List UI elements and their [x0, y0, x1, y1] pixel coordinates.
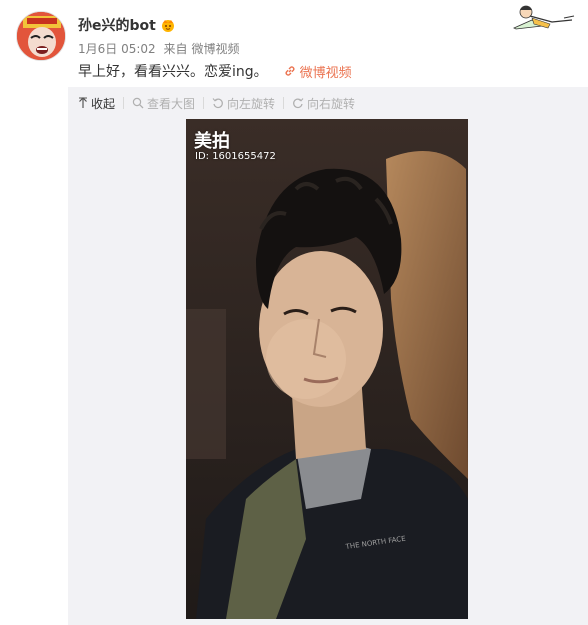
link-icon [285, 66, 295, 76]
post-source[interactable]: 微博视频 [192, 42, 240, 56]
video-frame: THE NORTH FACE [186, 119, 468, 619]
view-large-label: 查看大图 [147, 96, 196, 111]
rotate-left-icon [212, 98, 223, 109]
rotate-right-icon [293, 98, 304, 109]
source-prefix: 来自 [163, 42, 188, 56]
watermark-title: 美拍 [194, 131, 230, 152]
toolbar-divider [203, 97, 205, 109]
watermark-id: ID: 1601655472 [195, 151, 276, 162]
rotate-right-label: 向右旋转 [307, 96, 356, 111]
collapse-label: 收起 [91, 96, 116, 111]
view-large-button[interactable]: 查看大图 [132, 95, 195, 112]
toolbar-divider [283, 97, 285, 109]
post-text: 早上好，看看兴兴。恋爱ing。 [78, 64, 268, 80]
toolbar-divider [123, 97, 125, 109]
post-content: 早上好，看看兴兴。恋爱ing。 微博视频 [78, 61, 352, 81]
rotate-left-label: 向左旋转 [227, 96, 276, 111]
post-time[interactable]: 1月6日 05:02 [78, 42, 156, 56]
arrow-up-icon [79, 97, 87, 108]
magnifier-icon [132, 97, 144, 109]
crown-badge-icon[interactable] [160, 18, 176, 32]
rotate-left-button[interactable]: 向左旋转 [212, 95, 275, 112]
media-panel: 收起 查看大图 向左旋转 向右旋转 THE NORTH FACE 美拍 ID: … [68, 87, 588, 625]
avatar[interactable] [16, 11, 66, 61]
collapse-button[interactable]: 收起 [78, 95, 115, 112]
post-meta: 1月6日 05:02 来自 微博视频 [78, 40, 244, 57]
video-player[interactable]: THE NORTH FACE 美拍 ID: 1601655472 [186, 119, 468, 619]
media-toolbar: 收起 查看大图 向左旋转 向右旋转 [78, 94, 355, 112]
decorative-sticker [512, 2, 576, 30]
post-author: 孙e兴的bot [78, 15, 176, 35]
avatar-image [17, 12, 65, 60]
video-link-label: 微博视频 [299, 65, 352, 81]
rotate-right-button[interactable]: 向右旋转 [292, 95, 355, 112]
username-link[interactable]: 孙e兴的bot [78, 15, 156, 35]
video-link[interactable]: 微博视频 [284, 62, 352, 81]
